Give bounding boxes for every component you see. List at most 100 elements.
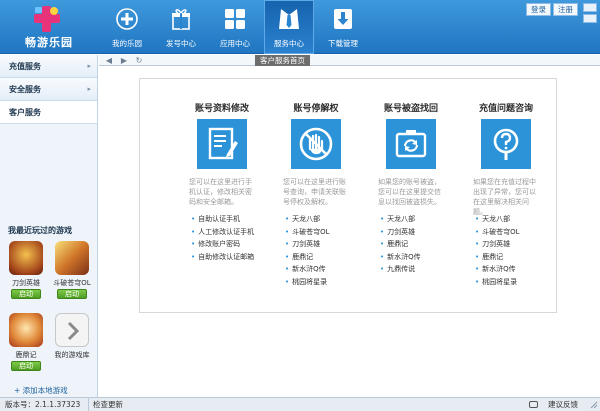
main-nav: 我的乐园 发号中心 应用中心 服务中心 下载管理: [102, 0, 372, 54]
column-description: 如果您的账号被盗，您可以在这里提交信息以找回被盗损失。: [378, 178, 441, 206]
game-tile[interactable]: 刀剑英雄 启动: [6, 241, 46, 299]
download-icon: [334, 9, 352, 29]
sidebar-item-security[interactable]: 安全服务 ▸: [0, 78, 97, 101]
service-link[interactable]: 刀剑英雄: [380, 226, 460, 239]
service-card: 账号资料修改 您可以在这里进行手机认证，修改相关密码和安全邮箱。 自助认证手机 …: [139, 78, 557, 313]
logo-mark-icon: [34, 6, 60, 32]
column-title: 账号被盗找回: [383, 104, 438, 114]
version-label: 版本号：2.1.1.37323: [5, 400, 81, 409]
nav-gift-center[interactable]: 发号中心: [156, 0, 206, 54]
column-description: 如果您在充值过程中出现了异常，您可以在这里解决相关问题。: [473, 178, 536, 216]
column-links: 自助认证手机 人工修改认证手机 修改账户密码 自助修改认证邮箱: [191, 213, 271, 263]
apps-grid-icon: [225, 9, 245, 29]
service-link[interactable]: 九鼎传说: [380, 263, 460, 276]
game-name: 我的游戏库: [54, 351, 90, 359]
resize-grip-icon[interactable]: [589, 400, 598, 409]
column-links: 天龙八部 刀剑英雄 鹿鼎记 新水浒Q传 九鼎传说: [380, 213, 460, 276]
back-button[interactable]: ◀: [104, 55, 114, 66]
service-link[interactable]: 鹿鼎记: [380, 238, 460, 251]
nav-label: 服务中心: [274, 39, 304, 48]
account-buttons: 登录 注册: [526, 3, 578, 16]
feedback-link[interactable]: 建议反馈: [548, 398, 578, 411]
service-link[interactable]: 鹿鼎记: [285, 251, 365, 264]
game-tile[interactable]: 斗破苍穹OL 启动: [52, 241, 92, 299]
nav-download-manager[interactable]: 下载管理: [318, 0, 368, 54]
sidebar-item-label: 安全服务: [9, 85, 41, 94]
minimize-button[interactable]: [583, 3, 597, 12]
nav-label: 应用中心: [220, 39, 250, 48]
nav-label: 发号中心: [166, 39, 196, 48]
service-link[interactable]: 天龙八部: [380, 213, 460, 226]
service-link[interactable]: 新水浒Q传: [475, 263, 555, 276]
logo-text: 畅游乐园: [25, 36, 73, 49]
game-library-thumbnail[interactable]: [55, 313, 89, 347]
status-bar: 版本号：2.1.1.37323 检查更新 建议反馈: [0, 397, 600, 411]
launch-button[interactable]: 启动: [11, 289, 41, 299]
service-link[interactable]: 自助修改认证邮箱: [191, 251, 271, 264]
recover-icon[interactable]: [386, 119, 436, 169]
game-name: 鹿鼎记: [15, 351, 37, 359]
header: 畅游乐园 我的乐园 发号中心 应用中心 服务中心 下载管理 登录 注册: [0, 0, 600, 54]
game-thumbnail[interactable]: [9, 241, 43, 275]
service-link[interactable]: 天龙八部: [285, 213, 365, 226]
forward-button[interactable]: ▶: [119, 55, 129, 66]
register-button[interactable]: 注册: [553, 3, 578, 16]
column-description: 您可以在这里进行手机认证，修改相关密码和安全邮箱。: [189, 178, 252, 206]
column-title: 账号停解权: [293, 104, 339, 114]
column-title: 充值问题咨询: [478, 104, 533, 114]
login-button[interactable]: 登录: [526, 3, 551, 16]
sidebar-item-label: 充值服务: [9, 62, 41, 71]
nav-label: 下载管理: [328, 39, 358, 48]
toolbar: ◀ ▶ ↻ 客户服务首页: [99, 55, 600, 66]
recent-games: 我最近玩过的游戏 刀剑英雄 启动 斗破苍穹OL 启动 鹿鼎记 启动 我的游戏库: [0, 225, 98, 371]
launch-button[interactable]: 启动: [57, 289, 87, 299]
service-link[interactable]: 斗破苍穹OL: [475, 226, 555, 239]
gift-icon: [172, 9, 190, 30]
chevron-right-icon: ▸: [87, 85, 91, 93]
game-library-tile[interactable]: 我的游戏库: [52, 313, 92, 360]
nav-label: 我的乐园: [112, 39, 142, 48]
column-title: 账号资料修改: [194, 104, 249, 114]
service-link[interactable]: 修改账户密码: [191, 238, 271, 251]
column-links: 天龙八部 斗破苍穹OL 刀剑英雄 鹿鼎记 新水浒Q传 桃园将星录: [285, 213, 365, 288]
service-link[interactable]: 斗破苍穹OL: [285, 226, 365, 239]
service-link[interactable]: 鹿鼎记: [475, 251, 555, 264]
question-icon[interactable]: [481, 119, 531, 169]
close-button[interactable]: [583, 14, 597, 23]
refresh-icon[interactable]: ↻: [134, 55, 144, 66]
tab-customer-service-home[interactable]: 客户服务首页: [255, 55, 310, 66]
service-link[interactable]: 桃园将星录: [285, 276, 365, 289]
recent-games-title: 我最近玩过的游戏: [8, 226, 72, 235]
service-link[interactable]: 人工修改认证手机: [191, 226, 271, 239]
game-tile[interactable]: 鹿鼎记 启动: [6, 313, 46, 371]
game-thumbnail[interactable]: [55, 241, 89, 275]
sidebar-item-recharge[interactable]: 充值服务 ▸: [0, 55, 97, 78]
add-local-game-link[interactable]: + 添加本地游戏: [14, 385, 68, 396]
column-links: 天龙八部 斗破苍穹OL 刀剑英雄 鹿鼎记 新水浒Q传 桃园将星录: [475, 213, 555, 288]
feedback-icon: [529, 401, 538, 408]
service-link[interactable]: 新水浒Q传: [285, 263, 365, 276]
check-update-link[interactable]: 检查更新: [88, 398, 123, 411]
nav-my-park[interactable]: 我的乐园: [102, 0, 152, 54]
sidebar: 充值服务 ▸ 安全服务 ▸ 客户服务 我最近玩过的游戏 刀剑英雄 启动 斗破苍穹…: [0, 55, 98, 397]
sidebar-item-label: 客户服务: [9, 108, 41, 117]
sidebar-item-customer-service[interactable]: 客户服务: [0, 101, 97, 124]
service-link[interactable]: 刀剑英雄: [285, 238, 365, 251]
suit-tie-icon: [279, 9, 299, 29]
service-link[interactable]: 桃园将星录: [475, 276, 555, 289]
nav-service-center[interactable]: 服务中心: [264, 0, 314, 54]
service-link[interactable]: 新水浒Q传: [380, 251, 460, 264]
nav-app-center[interactable]: 应用中心: [210, 0, 260, 54]
window-controls: [583, 3, 597, 23]
service-link[interactable]: 刀剑英雄: [475, 238, 555, 251]
launch-button[interactable]: 启动: [11, 361, 41, 371]
chevron-right-icon: [67, 321, 80, 341]
gamepad-icon: [116, 8, 138, 30]
stop-hand-icon[interactable]: [291, 119, 341, 169]
document-edit-icon[interactable]: [197, 119, 247, 169]
service-link[interactable]: 自助认证手机: [191, 213, 271, 226]
service-link[interactable]: 天龙八部: [475, 213, 555, 226]
app-logo[interactable]: 畅游乐园: [8, 4, 88, 50]
column-description: 您可以在这里进行账号查询，申请关联账号停权及解权。: [283, 178, 346, 206]
game-thumbnail[interactable]: [9, 313, 43, 347]
